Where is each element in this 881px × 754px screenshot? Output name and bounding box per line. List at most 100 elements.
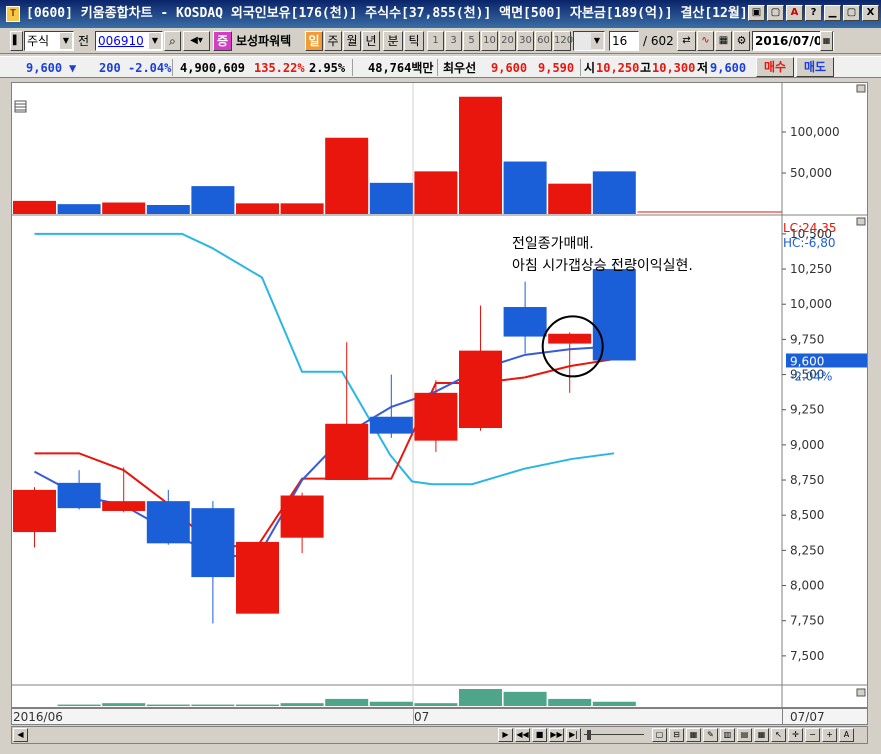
rewind-icon[interactable]: ◀◀ [515, 728, 530, 742]
scroll-left-icon[interactable]: ◀ [13, 728, 28, 742]
search-icon[interactable]: ⌕ [164, 31, 181, 51]
code-dropdown-icon[interactable]: ▼ [149, 33, 161, 49]
window-title: [0600] 키움종합차트 - KOSDAQ 외국인보유[176(천)] 주식수… [26, 6, 748, 21]
zoom-slider-thumb[interactable] [587, 730, 591, 740]
open-price: 10,250 [596, 61, 640, 75]
tile-icon[interactable]: ▢ [767, 5, 784, 21]
candle-body [280, 495, 324, 538]
indicator-bar [503, 691, 547, 706]
period-120-button[interactable]: 120 [553, 31, 573, 51]
calendar-icon[interactable]: ▦ [820, 31, 833, 51]
tool-line-icon[interactable]: ∿ [697, 31, 714, 51]
columns-icon[interactable]: ▤ [737, 728, 752, 742]
period-month-button[interactable]: 월 [343, 31, 361, 51]
candle-body [548, 333, 592, 344]
period-custom-select[interactable]: ▼ [573, 31, 605, 51]
zoom-window-icon[interactable]: ▢ [652, 728, 667, 742]
x-label-july: 07 [414, 710, 430, 724]
split-icon[interactable]: ⊟ [669, 728, 684, 742]
period-20-button[interactable]: 20 [499, 31, 516, 51]
close-button[interactable]: X [862, 5, 879, 21]
volume-bar [414, 171, 458, 214]
indicator-bar [280, 703, 324, 706]
volume-bar [548, 183, 592, 214]
zoom-slider[interactable] [584, 734, 644, 735]
panel-close-icon [856, 84, 866, 93]
period-10-button[interactable]: 10 [481, 31, 498, 51]
volume-bar [191, 186, 235, 214]
scroll-right-icon[interactable]: ▶ [498, 728, 513, 742]
horizontal-scrollbar[interactable]: ◀ ▶ ◀◀ ■ ▶▶ ▶| ▢ ⊟ ▦ ✎ ▥ ▤ ▦ ↖ ✛ − + A [11, 726, 868, 744]
title-bar: T [0600] 키움종합차트 - KOSDAQ 외국인보유[176(천)] 주… [0, 0, 881, 28]
period-3-button[interactable]: 3 [445, 31, 462, 51]
panel-close-icon [856, 688, 866, 697]
price-tick-label: 10,000 [790, 297, 832, 311]
font-icon[interactable]: A [786, 5, 803, 21]
candle-body [503, 307, 547, 337]
zoom-out-icon[interactable]: − [805, 728, 820, 742]
indicator-bar [57, 704, 101, 706]
market-select[interactable]: 주식 ▼ [24, 31, 74, 51]
panel-close-icon [856, 217, 866, 226]
tool-chart-icon[interactable]: ▦ [715, 31, 732, 51]
minimize-button[interactable]: ▁ [824, 5, 841, 21]
count-input[interactable]: 16 [609, 31, 639, 51]
x-axis: 2016/06 07 07/07 [11, 708, 868, 725]
x-label-june: 2016/06 [13, 710, 63, 724]
high-price: 10,300 [652, 61, 696, 75]
volume-bar [369, 182, 413, 214]
tool-arrow-icon[interactable]: ⇄ [677, 31, 696, 51]
chart-area[interactable]: 100,000 50,000 10,500 10,250 10,000 9,750 9,50… [11, 82, 868, 708]
period-day-button[interactable]: 일 [305, 31, 323, 51]
period-30-button[interactable]: 30 [517, 31, 534, 51]
period-60-button[interactable]: 60 [535, 31, 552, 51]
help-icon[interactable]: ? [805, 5, 822, 21]
cursor-icon[interactable]: ↖ [771, 728, 786, 742]
bid-price: 9,590 [538, 61, 575, 75]
price-tick-label: 8,500 [790, 508, 824, 522]
stock-name: 보성파워텍 [236, 34, 292, 48]
grid-icon[interactable]: ▦ [754, 728, 769, 742]
bars-icon[interactable]: ▥ [720, 728, 735, 742]
tile-view-icon[interactable]: ▦ [686, 728, 701, 742]
volume-bar [102, 202, 146, 214]
period-1-button[interactable]: 1 [427, 31, 444, 51]
chart-type-icon[interactable]: ▌ [10, 31, 23, 51]
trade-amount: 48,764백만 [368, 61, 434, 75]
market-select-label: 주식 [27, 34, 50, 48]
moving-average-line [34, 345, 615, 559]
margin-badge: 증 [213, 31, 232, 51]
indicator-bar [548, 698, 592, 706]
link-icon[interactable]: ▣ [748, 5, 765, 21]
gear-icon[interactable]: ⚙ [733, 31, 750, 51]
zoom-in-icon[interactable]: + [822, 728, 837, 742]
period-minute-button[interactable]: 분 [383, 31, 403, 51]
stop-icon[interactable]: ■ [532, 728, 547, 742]
buy-button[interactable]: 매수 [756, 57, 794, 77]
play-end-icon[interactable]: ▶| [566, 728, 581, 742]
speaker-icon[interactable]: ◀▾ [183, 31, 210, 51]
candle-body [191, 508, 235, 578]
fast-forward-icon[interactable]: ▶▶ [549, 728, 564, 742]
volume-bar [146, 204, 190, 214]
volume-bar [592, 171, 636, 214]
period-week-button[interactable]: 주 [324, 31, 342, 51]
period-5-button[interactable]: 5 [463, 31, 480, 51]
price-tick-label: 7,750 [790, 614, 824, 628]
indicator-bar [146, 704, 190, 706]
stock-code-input[interactable]: 006910 ▼ [95, 31, 163, 51]
low-price: 9,600 [710, 61, 747, 75]
annotation-line-2: 아침 시가갭상승 전량이익실현. [512, 258, 693, 274]
candle-body [325, 423, 369, 481]
sell-button[interactable]: 매도 [796, 57, 834, 77]
indicator-bar [236, 704, 279, 706]
draw-icon[interactable]: ✎ [703, 728, 718, 742]
crosshair-icon[interactable]: ✛ [788, 728, 803, 742]
text-tool-icon[interactable]: A [839, 728, 854, 742]
chevron-down-icon[interactable]: ▼ [60, 33, 72, 49]
period-tick-button[interactable]: 틱 [404, 31, 424, 51]
chevron-down-icon[interactable]: ▼ [591, 33, 603, 49]
volume-tick-label: 100,000 [790, 125, 840, 139]
period-year-button[interactable]: 년 [362, 31, 380, 51]
maximize-button[interactable]: ▢ [843, 5, 860, 21]
